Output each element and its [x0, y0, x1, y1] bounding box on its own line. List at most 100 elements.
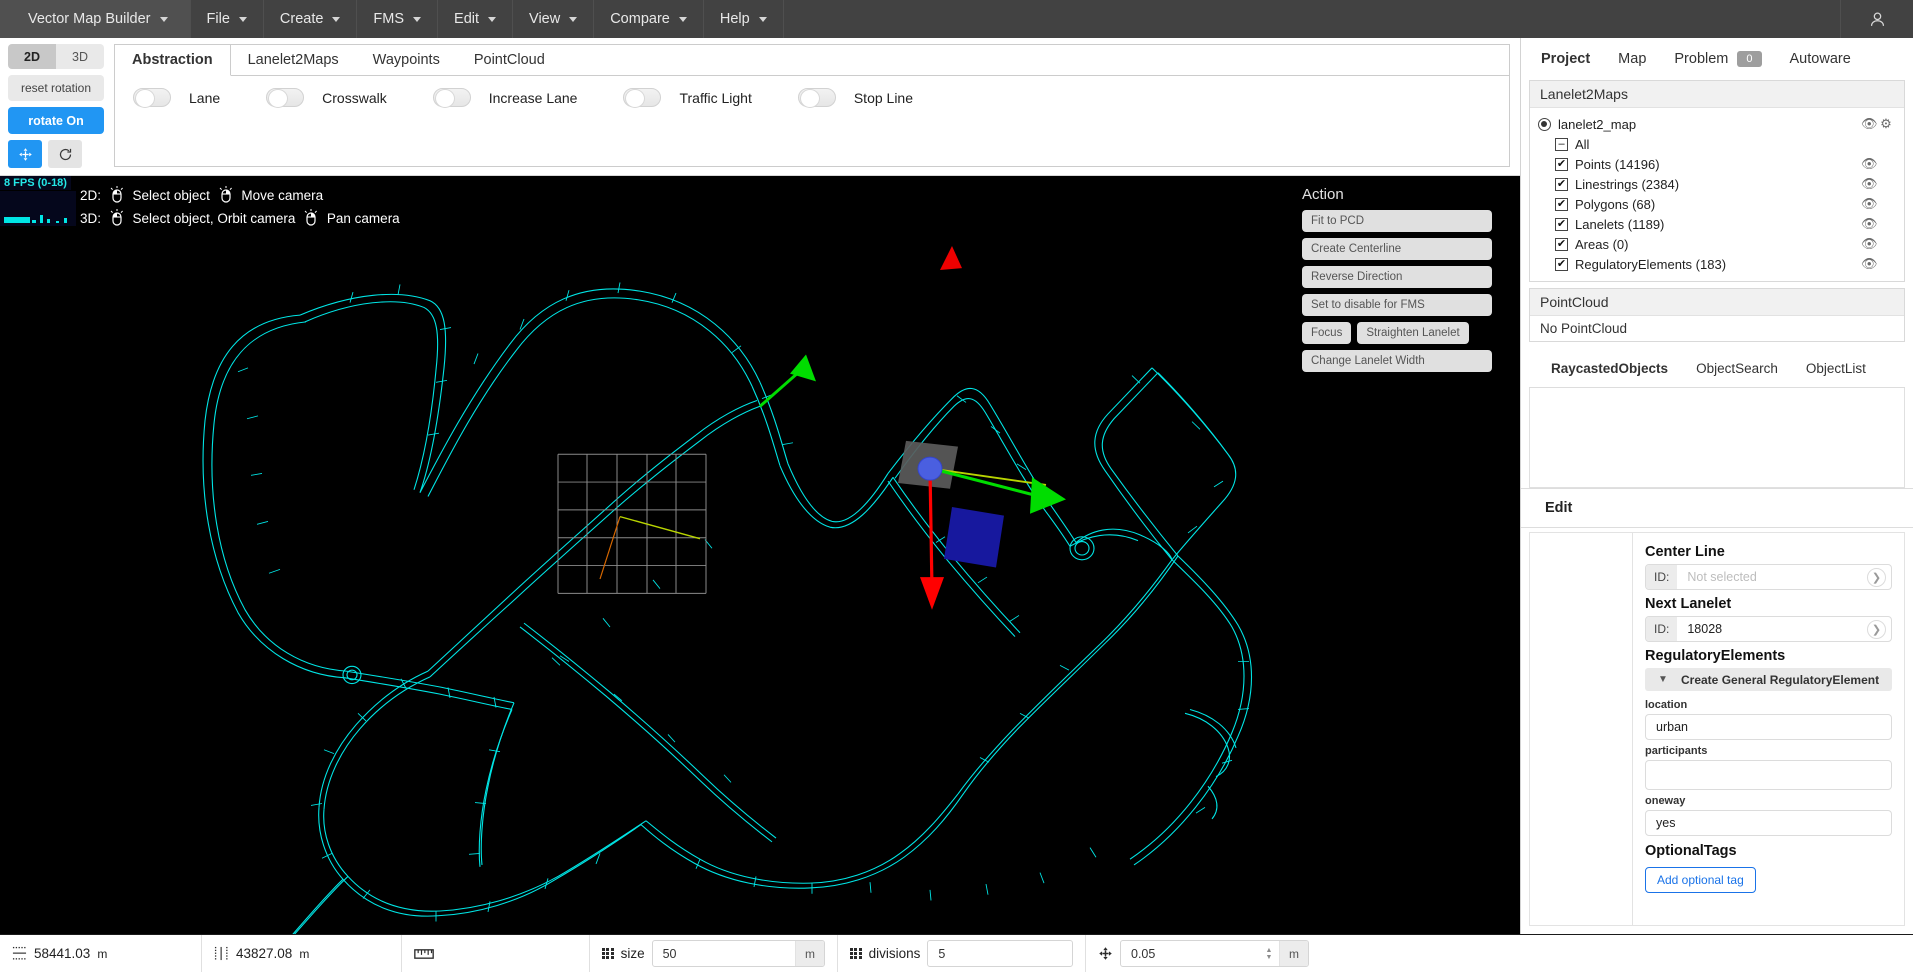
ruler-icon	[414, 947, 434, 961]
menu-item-help[interactable]: Help	[704, 0, 784, 38]
straighten-lanelet-button[interactable]: Straighten Lanelet	[1357, 322, 1468, 344]
menu-item-create[interactable]: Create	[264, 0, 358, 38]
eye-icon[interactable]: 👁	[1861, 116, 1876, 132]
checkbox-indeterminate-icon[interactable]: –	[1555, 138, 1568, 151]
menu-item-view[interactable]: View	[513, 0, 594, 38]
user-account-button[interactable]	[1841, 0, 1913, 38]
menu-item-file[interactable]: File	[191, 0, 264, 38]
tree-row-regulatory-elements[interactable]: ✔ RegulatoryElements (183) 👁 ⚙	[1555, 254, 1896, 274]
menu-item-edit[interactable]: Edit	[438, 0, 513, 38]
rotate-mode-button[interactable]	[48, 140, 82, 168]
tab-pointcloud[interactable]: PointCloud	[457, 45, 562, 76]
toggle-stop-line[interactable]	[798, 88, 836, 107]
create-centerline-button[interactable]: Create Centerline	[1302, 238, 1492, 260]
fit-to-pcd-button[interactable]: Fit to PCD	[1302, 210, 1492, 232]
toggle-increase-lane[interactable]	[433, 88, 471, 107]
oneway-input[interactable]: yes	[1645, 810, 1892, 836]
set-to-disable-for-fms-button[interactable]: Set to disable for FMS	[1302, 294, 1492, 316]
checkbox-checked-icon[interactable]: ✔	[1555, 158, 1568, 171]
reset-rotation-button[interactable]: reset rotation	[8, 75, 104, 101]
tree-row-areas[interactable]: ✔ Areas (0) 👁 ⚙	[1555, 234, 1896, 254]
stepper-up-icon[interactable]: ▲	[1266, 947, 1273, 954]
menu-fms-label: FMS	[373, 11, 404, 27]
subtab-objectlist[interactable]: ObjectList	[1792, 361, 1880, 376]
tree-row-lanelets[interactable]: ✔ Lanelets (1189) 👁 ⚙	[1555, 214, 1896, 234]
eye-icon[interactable]: 👁	[1861, 236, 1876, 252]
tree-label-areas: Areas (0)	[1575, 237, 1861, 252]
eye-icon[interactable]: 👁	[1861, 156, 1876, 172]
eye-icon[interactable]: 👁	[1861, 176, 1876, 192]
eye-icon[interactable]: 👁	[1861, 196, 1876, 212]
reverse-direction-button[interactable]: Reverse Direction	[1302, 266, 1492, 288]
change-lanelet-width-button[interactable]: Change Lanelet Width	[1302, 350, 1492, 372]
grid-divisions-input[interactable]: 5	[927, 940, 1073, 967]
tab-row-filler	[562, 45, 1509, 76]
participants-input[interactable]	[1645, 760, 1892, 790]
menu-create-label: Create	[280, 11, 324, 27]
dimension-2d-button[interactable]: 2D	[8, 44, 56, 69]
hint-3d-a: Select object, Orbit camera	[133, 211, 296, 226]
checkbox-checked-icon[interactable]: ✔	[1555, 198, 1568, 211]
step-size-value[interactable]: 0.05	[1121, 947, 1259, 961]
step-size-input[interactable]: 0.05 ▲ ▼ m	[1120, 940, 1309, 967]
eye-icon[interactable]: 👁	[1861, 256, 1876, 272]
checkbox-checked-icon[interactable]: ✔	[1555, 178, 1568, 191]
tree-row-points[interactable]: ✔ Points (14196) 👁 ⚙	[1555, 154, 1896, 174]
tree-row-polygons[interactable]: ✔ Polygons (68) 👁 ⚙	[1555, 194, 1896, 214]
checkbox-checked-icon[interactable]: ✔	[1555, 218, 1568, 231]
toggle-crosswalk[interactable]	[266, 88, 304, 107]
tree-row-all[interactable]: – All 👁 ⚙	[1555, 134, 1896, 154]
lanelet2maps-section-header: Lanelet2Maps	[1530, 81, 1904, 108]
tree-row-map[interactable]: lanelet2_map 👁 ⚙	[1538, 114, 1896, 134]
radio-icon[interactable]	[1538, 118, 1551, 131]
tab-project[interactable]: Project	[1527, 38, 1604, 80]
subtab-raycastedobjects[interactable]: RaycastedObjects	[1537, 361, 1682, 376]
toggle-lane[interactable]	[133, 88, 171, 107]
grid-size-input[interactable]: 50 m	[652, 940, 825, 967]
grid-divisions-value[interactable]: 5	[928, 947, 1072, 961]
grid-size-value[interactable]: 50	[653, 947, 795, 961]
move-mode-button[interactable]	[8, 140, 42, 168]
menu-compare-label: Compare	[610, 11, 670, 27]
rotate-on-button[interactable]: rotate On	[8, 107, 104, 134]
lanelet-map-canvas[interactable]	[0, 176, 1520, 934]
map-viewport[interactable]: 8 FPS (0-18) 2D:	[0, 176, 1520, 934]
checkbox-checked-icon[interactable]: ✔	[1555, 238, 1568, 251]
centerline-id-row[interactable]: ID: Not selected ❯	[1645, 564, 1892, 590]
menu-item-compare[interactable]: Compare	[594, 0, 704, 38]
dimension-3d-button[interactable]: 3D	[56, 44, 104, 69]
toggle-group-increase-lane: Increase Lane	[433, 88, 578, 107]
tab-map[interactable]: Map	[1604, 38, 1660, 80]
menu-item-fms[interactable]: FMS	[357, 0, 438, 38]
toggle-traffic-light[interactable]	[623, 88, 661, 107]
stepper-down-icon[interactable]: ▼	[1266, 954, 1273, 961]
create-general-regulatory-element-bar[interactable]: ▼ Create General RegulatoryElement	[1645, 668, 1892, 691]
centerline-id-value[interactable]: Not selected	[1677, 570, 1867, 584]
tree-label-regulatory-elements: RegulatoryElements (183)	[1575, 257, 1861, 272]
add-optional-tag-button[interactable]: Add optional tag	[1645, 867, 1756, 893]
next-lanelet-id-row[interactable]: ID: 18028 ❯	[1645, 616, 1892, 642]
chevron-right-icon[interactable]: ❯	[1867, 568, 1886, 587]
tab-lanelet2maps[interactable]: Lanelet2Maps	[231, 45, 356, 76]
tab-abstraction[interactable]: Abstraction	[115, 45, 231, 76]
chevron-down-icon[interactable]: ▼	[1645, 674, 1681, 685]
chevron-down-icon	[488, 17, 496, 22]
dimension-toggle[interactable]: 2D 3D	[8, 44, 104, 69]
tab-problem[interactable]: Problem 0	[1660, 38, 1775, 80]
menu-item-brand[interactable]: Vector Map Builder	[0, 0, 191, 38]
gear-icon[interactable]: ⚙	[1876, 116, 1896, 132]
coord-x-value: 58441.03	[34, 946, 90, 961]
tree-row-linestrings[interactable]: ✔ Linestrings (2384) 👁 ⚙	[1555, 174, 1896, 194]
status-measure-tool[interactable]	[402, 935, 590, 972]
tab-autoware[interactable]: Autoware	[1776, 38, 1865, 80]
stepper-arrows[interactable]: ▲ ▼	[1259, 947, 1279, 961]
eye-icon[interactable]: 👁	[1861, 216, 1876, 232]
tab-waypoints[interactable]: Waypoints	[356, 45, 457, 76]
next-lanelet-id-value[interactable]: 18028	[1677, 622, 1867, 636]
checkbox-checked-icon[interactable]: ✔	[1555, 258, 1568, 271]
subtab-objectsearch[interactable]: ObjectSearch	[1682, 361, 1792, 376]
location-input[interactable]: urban	[1645, 714, 1892, 740]
focus-button[interactable]: Focus	[1302, 322, 1351, 344]
chevron-right-icon[interactable]: ❯	[1867, 620, 1886, 639]
selected-area-polygon[interactable]	[944, 507, 1004, 567]
